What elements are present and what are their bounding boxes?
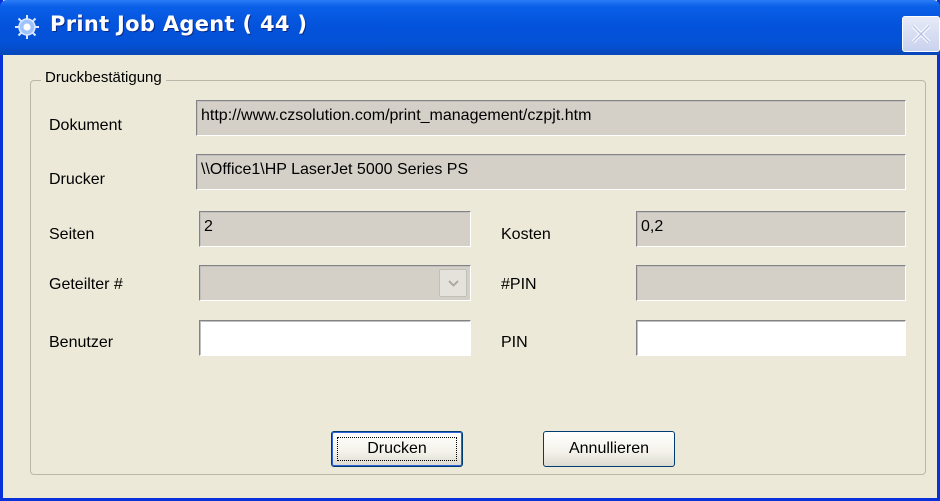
pin-hash-field [636, 265, 906, 301]
print-button[interactable]: Drucken [331, 431, 463, 467]
close-icon [911, 24, 931, 44]
chevron-down-icon [448, 280, 459, 287]
drucker-label: Drucker [49, 171, 106, 188]
cancel-button[interactable]: Annullieren [543, 431, 675, 467]
window-title: Print Job Agent ( 44 ) [50, 12, 308, 36]
geteilter-combo [199, 265, 471, 301]
dokument-field: http://www.czsolution.com/print_manageme… [196, 100, 906, 136]
geteilter-dropdown-button [439, 269, 467, 297]
pin-label: PIN [501, 334, 528, 351]
benutzer-input[interactable] [199, 320, 471, 356]
group-legend: Druckbestätigung [41, 69, 166, 86]
seiten-field: 2 [199, 211, 471, 247]
kosten-field: 0,2 [636, 211, 906, 247]
focus-ring [337, 437, 457, 461]
pin-input[interactable] [636, 320, 906, 356]
drucker-field: \\Office1\HP LaserJet 5000 Series PS [196, 154, 906, 190]
close-button[interactable] [902, 16, 940, 52]
dialog-window: Print Job Agent ( 44 ) Druckbestätigung … [0, 0, 940, 501]
kosten-label: Kosten [501, 226, 551, 243]
cancel-button-label: Annullieren [568, 440, 650, 457]
geteilter-label: Geteilter # [49, 276, 123, 293]
pin-hash-label: #PIN [501, 276, 537, 293]
dokument-label: Dokument [49, 117, 122, 134]
benutzer-label: Benutzer [49, 334, 114, 351]
title-bar[interactable]: Print Job Agent ( 44 ) [0, 0, 940, 55]
app-icon [15, 15, 39, 39]
seiten-label: Seiten [49, 226, 95, 243]
